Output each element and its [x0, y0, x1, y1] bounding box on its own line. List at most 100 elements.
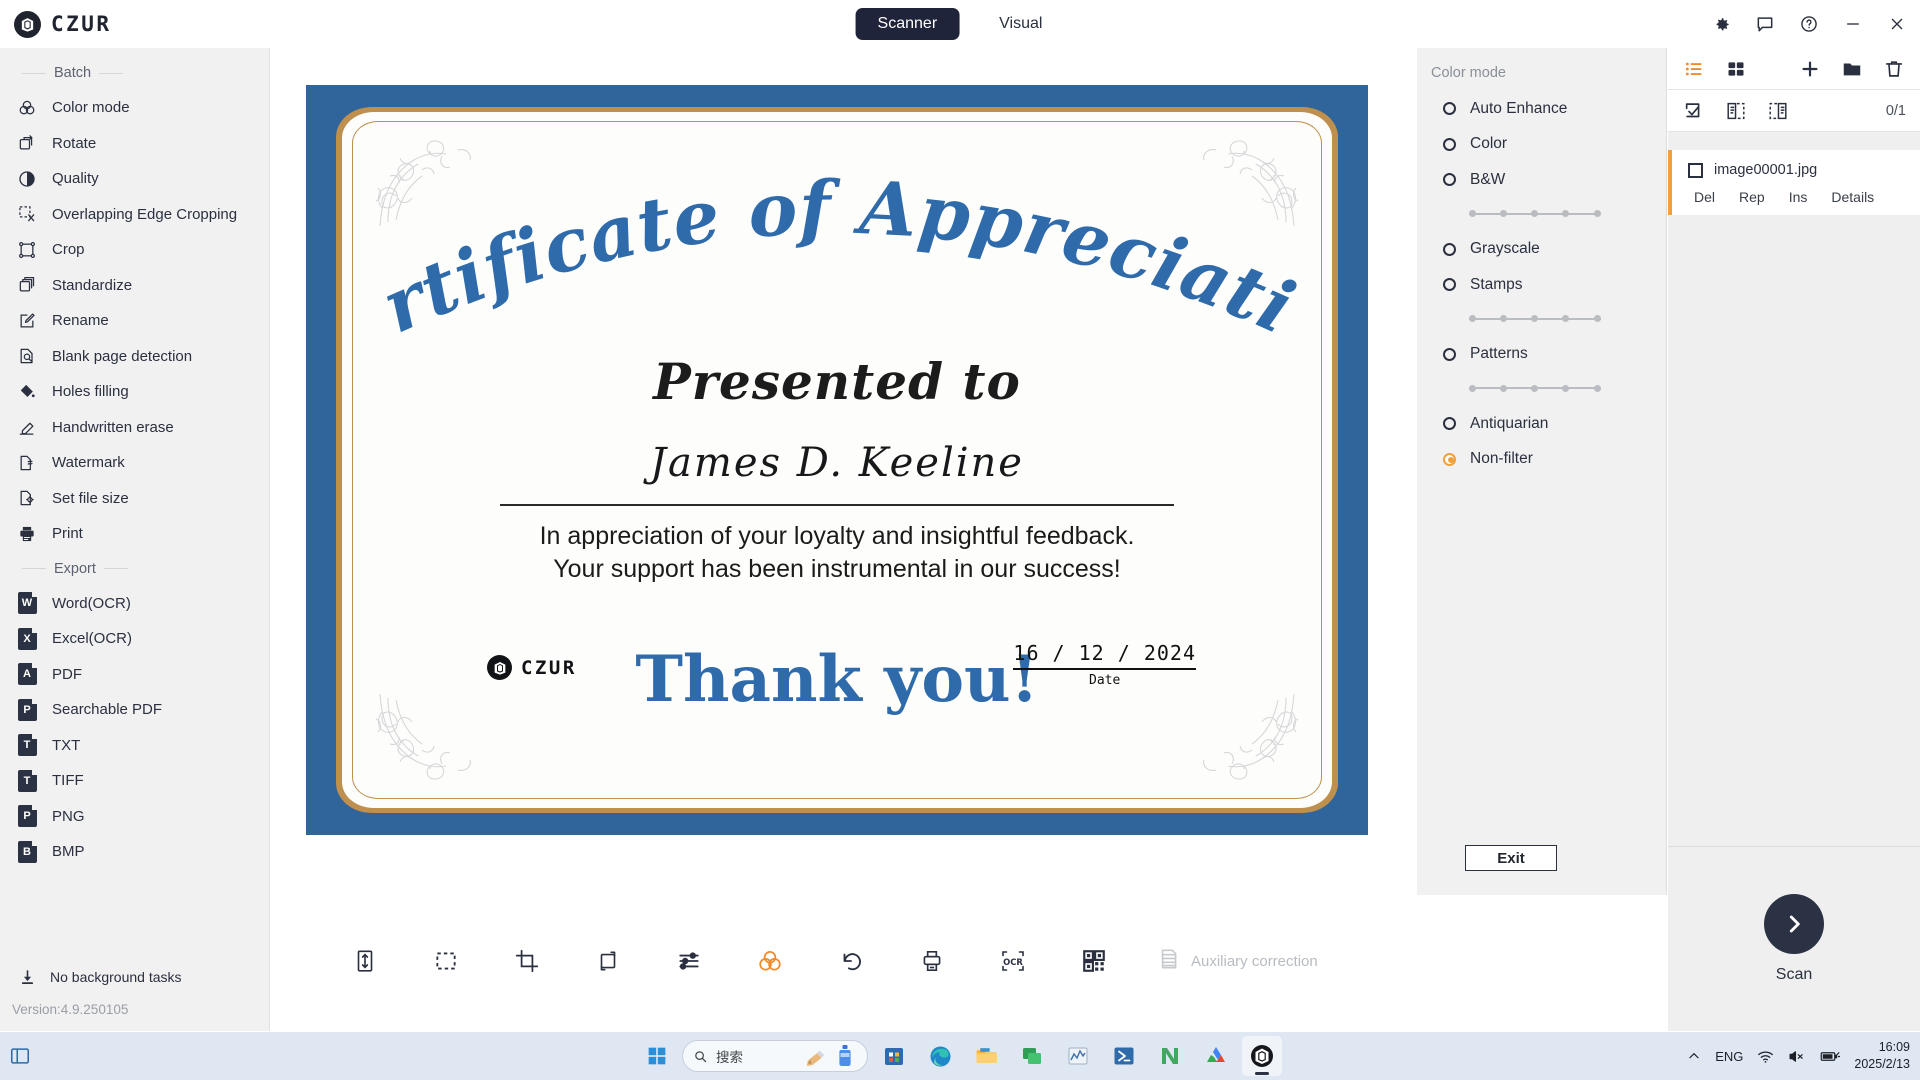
sidebar-item-overlapping-edge-cropping[interactable]: Overlapping Edge Cropping: [0, 197, 269, 233]
option-label: Patterns: [1470, 345, 1528, 363]
sidebar-item-rotate[interactable]: Rotate: [0, 126, 269, 162]
radio-icon: [1443, 173, 1456, 187]
sidebar-item-print[interactable]: Print: [0, 516, 269, 552]
file-action-rep[interactable]: Rep: [1739, 189, 1765, 205]
certificate-inner: Certificate of Appreciation Presented to…: [342, 112, 1332, 808]
crop-icon[interactable]: [507, 941, 547, 981]
select-even-icon[interactable]: [1766, 99, 1790, 123]
clock[interactable]: 16:09 2025/2/13: [1854, 1039, 1910, 1073]
document-preview[interactable]: Certificate of Appreciation Presented to…: [306, 85, 1368, 835]
delete-icon[interactable]: [1882, 57, 1906, 81]
sidebar-item-holes-filling[interactable]: Holes filling: [0, 374, 269, 410]
taskbar-app-neovim-icon[interactable]: [1150, 1036, 1190, 1076]
taskbar-app-edge-icon[interactable]: [920, 1036, 960, 1076]
sidebar-item-crop[interactable]: Crop: [0, 232, 269, 268]
color-mode-option-auto-enhance[interactable]: Auto Enhance: [1417, 91, 1666, 127]
help-icon[interactable]: [1798, 13, 1820, 35]
list-view-icon[interactable]: [1682, 57, 1706, 81]
ocr-icon[interactable]: OCR: [993, 941, 1033, 981]
qrcode-icon[interactable]: [1074, 941, 1114, 981]
file-action-ins[interactable]: Ins: [1789, 189, 1808, 205]
rotate-page-icon[interactable]: [588, 941, 628, 981]
scan-button[interactable]: [1764, 894, 1824, 954]
group-rule-right: [103, 568, 128, 569]
slider-tick: [1469, 210, 1476, 217]
wifi-icon[interactable]: [1757, 1048, 1774, 1065]
auxiliary-correction-button[interactable]: Auxiliary correction: [1155, 946, 1318, 976]
show-hidden-icons-icon[interactable]: [1687, 1049, 1701, 1063]
sidebar-item-color-mode[interactable]: Color mode: [0, 90, 269, 126]
taskbar-app-chart-icon[interactable]: [1058, 1036, 1098, 1076]
sidebar-item-watermark[interactable]: Watermark: [0, 445, 269, 481]
file-list-item[interactable]: image00001.jpg Del Rep Ins Details: [1668, 150, 1920, 215]
tab-visual[interactable]: Visual: [977, 8, 1064, 40]
color-mode-option-antiquarian[interactable]: Antiquarian: [1417, 406, 1666, 442]
file-checkbox[interactable]: [1688, 162, 1703, 178]
tab-scanner[interactable]: Scanner: [855, 8, 960, 40]
sidebar-item-excel-ocr[interactable]: X Excel(OCR): [0, 621, 269, 657]
sidebar-item-txt[interactable]: T TXT: [0, 728, 269, 764]
mute-icon[interactable]: [1788, 1048, 1805, 1065]
sidebar-item-tiff[interactable]: T TIFF: [0, 763, 269, 799]
sidebar-item-pdf[interactable]: A PDF: [0, 657, 269, 693]
sidebar-item-searchable-pdf[interactable]: P Searchable PDF: [0, 692, 269, 728]
taskbar-app-czur-icon[interactable]: [1242, 1036, 1282, 1076]
taskview-widget[interactable]: [0, 1045, 40, 1067]
battery-icon[interactable]: [1819, 1048, 1841, 1065]
sidebar-item-word-ocr[interactable]: W Word(OCR): [0, 586, 269, 622]
sidebar-item-label: Color mode: [52, 99, 130, 117]
sidebar-item-bmp[interactable]: B BMP: [0, 834, 269, 870]
select-odd-icon[interactable]: [1724, 99, 1748, 123]
taskbar-app-drive-icon[interactable]: [1196, 1036, 1236, 1076]
start-button-icon[interactable]: [638, 1037, 676, 1075]
file-action-del[interactable]: Del: [1694, 189, 1715, 205]
stamps-level-slider[interactable]: [1469, 313, 1601, 325]
feedback-icon[interactable]: [1754, 13, 1776, 35]
color-mode-option-patterns[interactable]: Patterns: [1417, 337, 1666, 373]
language-indicator[interactable]: ENG: [1715, 1049, 1743, 1064]
add-icon[interactable]: [1798, 57, 1822, 81]
slider-tick: [1562, 315, 1569, 322]
folder-icon[interactable]: [1840, 57, 1864, 81]
taskbar-app-powershell-icon[interactable]: [1104, 1036, 1144, 1076]
select-area-icon[interactable]: [426, 941, 466, 981]
file-action-details[interactable]: Details: [1831, 189, 1874, 205]
color-mode-option-non-filter[interactable]: Non-filter: [1417, 442, 1666, 478]
color-mode-icon[interactable]: [750, 941, 790, 981]
certificate-date-value: 16 / 12 / 2024: [1013, 641, 1196, 670]
close-icon[interactable]: [1886, 13, 1908, 35]
print-icon[interactable]: [912, 941, 952, 981]
sidebar-item-blank-page-detection[interactable]: Blank page detection: [0, 339, 269, 375]
taskbar-app-store-icon[interactable]: [874, 1036, 914, 1076]
search-input[interactable]: 搜索: [682, 1040, 868, 1072]
sidebar-item-quality[interactable]: Quality: [0, 161, 269, 197]
bw-level-slider[interactable]: [1469, 208, 1601, 220]
exit-button[interactable]: Exit: [1465, 845, 1557, 871]
sidebar-item-handwritten-erase[interactable]: Handwritten erase: [0, 410, 269, 446]
pdf-icon: A: [16, 663, 38, 686]
sidebar-group-batch: Batch: [0, 56, 269, 90]
patterns-level-slider[interactable]: [1469, 382, 1601, 394]
fit-height-icon[interactable]: [345, 941, 385, 981]
sidebar-item-label: Handwritten erase: [52, 418, 174, 436]
svg-text:Certificate of Appreciation: Certificate of Appreciation: [342, 167, 1307, 347]
slider-tick: [1500, 210, 1507, 217]
undo-icon[interactable]: [831, 941, 871, 981]
color-mode-option-color[interactable]: Color: [1417, 127, 1666, 163]
color-mode-option-grayscale[interactable]: Grayscale: [1417, 232, 1666, 268]
gear-icon[interactable]: [1710, 13, 1732, 35]
minimize-icon[interactable]: [1842, 13, 1864, 35]
taskbar-app-messaging-icon[interactable]: [1012, 1036, 1052, 1076]
color-mode-option-bw[interactable]: B&W: [1417, 162, 1666, 198]
background-task-status[interactable]: No background tasks: [0, 962, 269, 992]
tiff-icon: T: [16, 769, 38, 792]
sidebar-item-rename[interactable]: Rename: [0, 303, 269, 339]
sidebar-item-png[interactable]: P PNG: [0, 799, 269, 835]
select-all-icon[interactable]: [1682, 99, 1706, 123]
sidebar-item-set-file-size[interactable]: Set file size: [0, 481, 269, 517]
taskbar-app-file-explorer-icon[interactable]: [966, 1036, 1006, 1076]
sidebar-item-standardize[interactable]: Standardize: [0, 268, 269, 304]
color-mode-option-stamps[interactable]: Stamps: [1417, 267, 1666, 303]
grid-view-icon[interactable]: [1724, 57, 1748, 81]
adjust-icon[interactable]: [669, 941, 709, 981]
